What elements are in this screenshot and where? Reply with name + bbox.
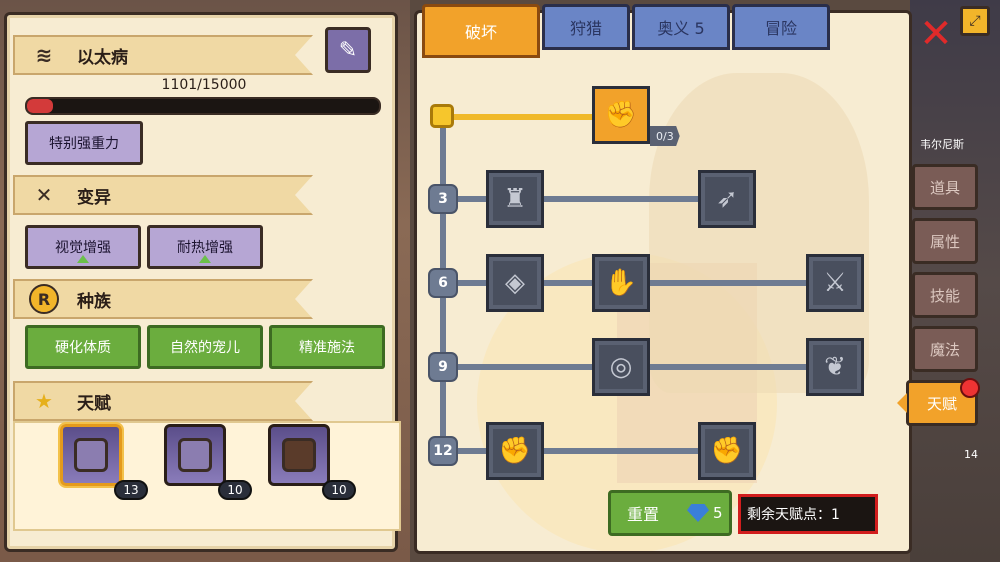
side-tab-attributes[interactable]: 属性: [912, 218, 978, 264]
star-icon: ★: [35, 389, 53, 413]
side-tab-items[interactable]: 道具: [912, 164, 978, 210]
skill-iron-fist[interactable]: ✊: [698, 422, 756, 480]
race-coin-icon: R: [29, 284, 59, 314]
remaining-points-label: 剩余天赋点：1: [738, 494, 878, 534]
tab-arcane[interactable]: 奥义 5: [632, 4, 730, 50]
side-tab-skills[interactable]: 技能: [912, 272, 978, 318]
side-count: 14: [964, 448, 978, 461]
fist-punch-icon: ✋: [599, 261, 643, 305]
close-icon[interactable]: ✕: [918, 14, 954, 54]
mutation-tag-label: 视觉增强: [55, 240, 111, 256]
character-level-badge: 10: [218, 480, 252, 500]
character-avatar[interactable]: [164, 424, 226, 486]
arm-wrestle-icon: ✊: [599, 93, 643, 137]
side-tab-magic[interactable]: 魔法: [912, 326, 978, 372]
character-level-badge: 13: [114, 480, 148, 500]
tree-level-node: 9: [428, 352, 458, 382]
notification-dot: [960, 378, 980, 398]
arrow-icon: ➶: [705, 177, 749, 221]
reset-cost: 5: [713, 504, 723, 522]
tree-level-node: 12: [428, 436, 458, 466]
disease-progress-text: 1101/15000: [161, 77, 247, 93]
disease-progress-fill: [27, 99, 53, 113]
talent-label: 天赋: [77, 393, 111, 414]
shockwave-icon: ◎: [599, 345, 643, 389]
race-ribbon: R 种族: [13, 279, 313, 319]
iron-fist-icon: ✊: [705, 429, 749, 473]
disease-label: 以太病: [77, 47, 128, 68]
skill-bat-swarm[interactable]: ❦: [806, 338, 864, 396]
character-avatar[interactable]: [268, 424, 330, 486]
knight-portrait: [74, 438, 108, 472]
character-level-badge: 10: [322, 480, 356, 500]
skill-shield-break[interactable]: ◈: [486, 254, 544, 312]
upgrade-arrow-icon: [199, 255, 211, 263]
muscle-icon: ♜: [493, 177, 537, 221]
gem-icon: [687, 504, 710, 522]
tab-adventure[interactable]: 冒险: [732, 4, 830, 50]
mutation-ribbon: ✕ 变异: [13, 175, 313, 215]
tree-level-node: 3: [428, 184, 458, 214]
mutation-tag[interactable]: 视觉增强: [25, 225, 141, 269]
syringe-icon: ✎: [338, 37, 358, 63]
upgrade-arrow-icon: [77, 255, 89, 263]
npc-name: 韦尔尼斯: [920, 138, 964, 151]
skill-ground-slam[interactable]: ◎: [592, 338, 650, 396]
tab-hunting[interactable]: 狩猎: [542, 4, 630, 50]
character-avatar[interactable]: [60, 424, 122, 486]
wizard-portrait: [282, 438, 316, 472]
skill-arrow-hit[interactable]: ➶: [698, 170, 756, 228]
expand-icon: ⤢: [969, 13, 981, 29]
tree-connector: [440, 114, 598, 120]
bat-icon: ❦: [813, 345, 857, 389]
skill-arm-wrestle[interactable]: ✊: [592, 86, 650, 144]
race-tag[interactable]: 自然的宠儿: [147, 325, 263, 369]
shield-break-icon: ◈: [493, 261, 537, 305]
race-label: 种族: [77, 291, 111, 312]
disease-ribbon: ≋ 以太病: [13, 35, 313, 75]
skill-strongman[interactable]: ♜: [486, 170, 544, 228]
mutation-tag-label: 耐热增强: [177, 240, 233, 256]
talent-ribbon: ★ 天赋: [13, 381, 313, 421]
skill-punch[interactable]: ✋: [592, 254, 650, 312]
skill-raised-fist[interactable]: ✊: [486, 422, 544, 480]
syringe-button[interactable]: ✎: [325, 27, 371, 73]
reset-button[interactable]: 重置 5: [608, 490, 732, 536]
race-tag[interactable]: 精准施法: [269, 325, 385, 369]
reset-label: 重置: [627, 505, 660, 524]
disease-tag[interactable]: 特别强重力: [25, 121, 143, 165]
knight-portrait: [178, 438, 212, 472]
skill-sword-blood[interactable]: ⚔: [806, 254, 864, 312]
sword-blood-icon: ⚔: [813, 261, 857, 305]
raised-fist-icon: ✊: [493, 429, 537, 473]
mutation-label: 变异: [77, 187, 111, 208]
mutation-tag[interactable]: 耐热增强: [147, 225, 263, 269]
tree-level-node: 6: [428, 268, 458, 298]
ether-icon: ≋: [35, 43, 53, 67]
tree-root-node: [430, 104, 454, 128]
expand-map-button[interactable]: ⤢: [960, 6, 990, 36]
race-tag[interactable]: 硬化体质: [25, 325, 141, 369]
disease-progress-bar: [25, 97, 381, 115]
tab-destruction[interactable]: 破坏: [422, 4, 540, 58]
mutation-icon: ✕: [35, 183, 53, 207]
skill-rank-counter: 0/3: [650, 126, 680, 146]
